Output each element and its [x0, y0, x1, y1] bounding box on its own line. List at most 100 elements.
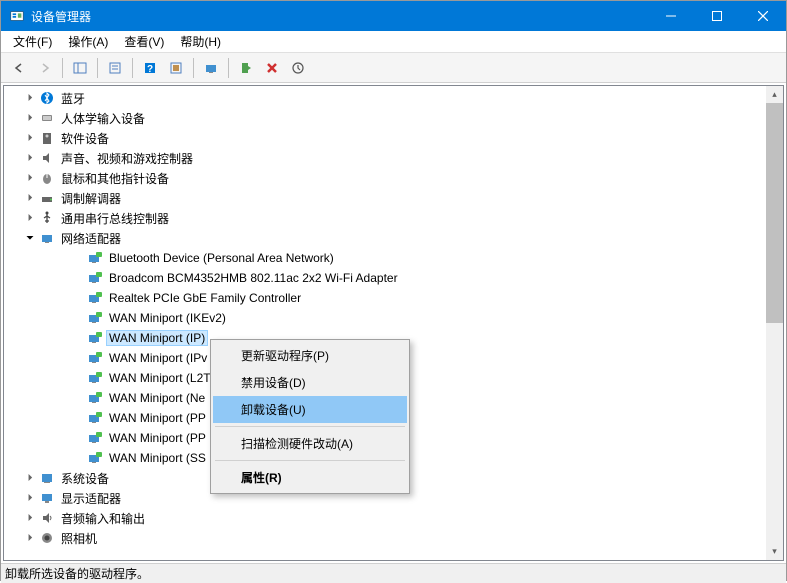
tree-item-label: WAN Miniport (PP [106, 430, 209, 446]
tree-category-network[interactable]: ⏷ 网络适配器 [4, 228, 766, 248]
ctx-disable-device[interactable]: 禁用设备(D) [213, 369, 407, 396]
netdev-icon [87, 330, 103, 346]
tree-item-label: 网络适配器 [58, 229, 124, 248]
tree-item-label: Bluetooth Device (Personal Area Network) [106, 250, 337, 266]
scrollbar-thumb[interactable] [766, 103, 783, 323]
status-text: 卸载所选设备的驱动程序。 [5, 567, 149, 581]
expand-arrow-icon[interactable]: ⏵ [24, 473, 36, 484]
tree-device[interactable]: Broadcom BCM4352HMB 802.11ac 2x2 Wi-Fi A… [4, 268, 766, 288]
maximize-button[interactable] [694, 1, 740, 31]
forward-button[interactable] [33, 56, 57, 80]
netdev-icon [87, 350, 103, 366]
expand-arrow-icon[interactable]: ⏵ [24, 93, 36, 104]
tree-category[interactable]: ⏵调制解调器 [4, 188, 766, 208]
netdev-icon [87, 250, 103, 266]
tree-item-label: Realtek PCIe GbE Family Controller [106, 290, 304, 306]
netdev-icon [87, 290, 103, 306]
modem-icon [39, 190, 55, 206]
audio-icon [39, 510, 55, 526]
tree-category[interactable]: ⏵ 蓝牙 [4, 88, 766, 108]
tree-container: ⏵蓝牙⏵人体学输入设备⏵软件设备⏵声音、视频和游戏控制器⏵鼠标和其他指针设备⏵调… [3, 85, 784, 561]
svg-text:?: ? [147, 64, 153, 75]
action-button[interactable] [164, 56, 188, 80]
expand-arrow-icon[interactable]: ⏵ [24, 133, 36, 144]
tree-category[interactable]: ⏵ 通用串行总线控制器 [4, 208, 766, 228]
tree-item-label: 照相机 [58, 529, 100, 548]
properties-button[interactable] [103, 56, 127, 80]
tree-item-label: 声音、视频和游戏控制器 [58, 149, 196, 168]
tree-item-label: Broadcom BCM4352HMB 802.11ac 2x2 Wi-Fi A… [106, 270, 401, 286]
tree-device[interactable]: Realtek PCIe GbE Family Controller [4, 288, 766, 308]
vertical-scrollbar[interactable]: ▴ ▾ [766, 86, 783, 560]
uninstall-button[interactable] [260, 56, 284, 80]
netdev-icon [87, 430, 103, 446]
expand-arrow-icon[interactable]: ⏵ [24, 533, 36, 544]
title-bar: 设备管理器 [1, 1, 786, 31]
ctx-update-driver[interactable]: 更新驱动程序(P) [213, 342, 407, 369]
context-menu: 更新驱动程序(P) 禁用设备(D) 卸载设备(U) 扫描检测硬件改动(A) 属性… [210, 339, 410, 494]
tree-item-label: WAN Miniport (IKEv2) [106, 310, 229, 326]
expand-arrow-icon[interactable]: ⏵ [24, 513, 36, 524]
ctx-properties[interactable]: 属性(R) [213, 464, 407, 491]
tree-category[interactable]: ⏵音频输入和输出 [4, 508, 766, 528]
tree-category[interactable]: ⏵人体学输入设备 [4, 108, 766, 128]
expand-arrow-icon[interactable]: ⏵ [24, 113, 36, 124]
tree-item-label: 系统设备 [58, 469, 112, 488]
expand-arrow-icon[interactable]: ⏵ [24, 193, 36, 204]
status-bar: 卸载所选设备的驱动程序。 [1, 563, 786, 583]
minimize-button[interactable] [648, 1, 694, 31]
expand-arrow-icon[interactable]: ⏵ [24, 493, 36, 504]
menu-file[interactable]: 文件(F) [5, 31, 60, 52]
expand-arrow-icon[interactable]: ⏷ [24, 233, 36, 244]
back-button[interactable] [7, 56, 31, 80]
expand-arrow-icon[interactable]: ⏵ [24, 173, 36, 184]
sound-icon [39, 150, 55, 166]
toolbar: ? [1, 53, 786, 83]
menu-help[interactable]: 帮助(H) [172, 31, 229, 52]
mouse-icon [39, 170, 55, 186]
toolbar-separator [228, 58, 229, 78]
netdev-icon [87, 450, 103, 466]
bluetooth-icon [39, 90, 55, 106]
ctx-scan-hardware[interactable]: 扫描检测硬件改动(A) [213, 430, 407, 457]
usb-icon [39, 210, 55, 226]
close-button[interactable] [740, 1, 786, 31]
tree-category[interactable]: ⏵ 鼠标和其他指针设备 [4, 168, 766, 188]
menu-view[interactable]: 查看(V) [116, 31, 172, 52]
update-driver-button[interactable] [286, 56, 310, 80]
expand-arrow-icon[interactable]: ⏵ [24, 153, 36, 164]
help-button[interactable]: ? [138, 56, 162, 80]
tree-category[interactable]: ⏵ 声音、视频和游戏控制器 [4, 148, 766, 168]
system-icon [39, 470, 55, 486]
toolbar-separator [62, 58, 63, 78]
enable-button[interactable] [234, 56, 258, 80]
tree-device[interactable]: Bluetooth Device (Personal Area Network) [4, 248, 766, 268]
netdev-icon [87, 270, 103, 286]
menu-action[interactable]: 操作(A) [60, 31, 116, 52]
toolbar-separator [132, 58, 133, 78]
tree-item-label: WAN Miniport (IPv [106, 350, 210, 366]
hid-icon [39, 110, 55, 126]
show-hide-tree-button[interactable] [68, 56, 92, 80]
tree-item-label: WAN Miniport (SS [106, 450, 209, 466]
netdev-icon [87, 390, 103, 406]
ctx-separator [215, 426, 405, 427]
software-icon [39, 130, 55, 146]
tree-item-label: 蓝牙 [58, 89, 88, 108]
tree-device[interactable]: WAN Miniport (IKEv2) [4, 308, 766, 328]
scroll-down-icon[interactable]: ▾ [766, 543, 783, 560]
netdev-icon [87, 410, 103, 426]
scan-hardware-button[interactable] [199, 56, 223, 80]
tree-category[interactable]: ⏵ 照相机 [4, 528, 766, 548]
display-icon [39, 490, 55, 506]
tree-item-label: 通用串行总线控制器 [58, 209, 172, 228]
tree-item-label: 显示适配器 [58, 489, 124, 508]
scroll-up-icon[interactable]: ▴ [766, 86, 783, 103]
toolbar-separator [193, 58, 194, 78]
tree-category[interactable]: ⏵软件设备 [4, 128, 766, 148]
ctx-uninstall-device[interactable]: 卸载设备(U) [213, 396, 407, 423]
expand-arrow-icon[interactable]: ⏵ [24, 213, 36, 224]
tree-item-label: 鼠标和其他指针设备 [58, 169, 172, 188]
netdev-icon [87, 310, 103, 326]
window-title: 设备管理器 [31, 8, 648, 25]
